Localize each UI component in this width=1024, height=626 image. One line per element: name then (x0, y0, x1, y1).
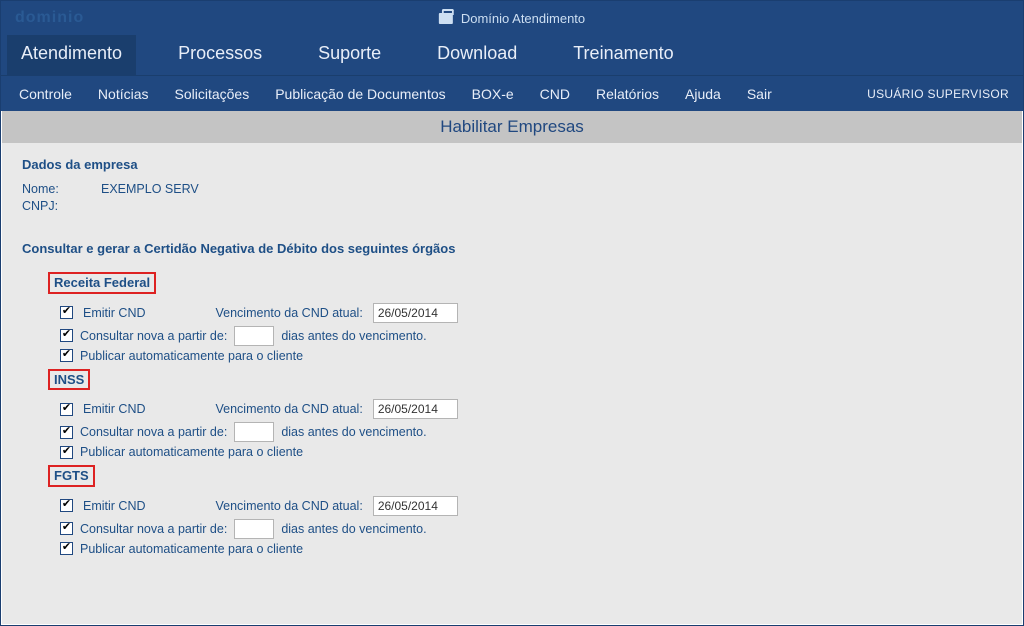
inss-consult-checkbox[interactable] (60, 426, 73, 439)
fgts-publish-row: Publicar automaticamente para o cliente (60, 542, 1002, 556)
fgts-emit-checkbox[interactable] (60, 499, 73, 512)
fgts-publish-checkbox[interactable] (60, 542, 73, 555)
receita-consult-prefix: Consultar nova a partir de: (80, 329, 227, 343)
receita-emit-label: Emitir CND (83, 306, 146, 320)
menu-sair[interactable]: Sair (747, 86, 772, 102)
menu-bar: Controle Notícias Solicitações Publicaçã… (1, 75, 1023, 111)
receita-publish-row: Publicar automaticamente para o cliente (60, 349, 1002, 363)
instruction-text: Consultar e gerar a Certidão Negativa de… (22, 241, 1002, 256)
org-title-inss: INSS (48, 369, 90, 391)
fgts-consult-suffix: dias antes do vencimento. (281, 522, 426, 536)
app-window: Domínio Atendimento dominio Atendimento … (0, 0, 1024, 626)
page-title: Habilitar Empresas (2, 111, 1022, 143)
menu-publicacao-documentos[interactable]: Publicação de Documentos (275, 86, 445, 102)
window-title: Domínio Atendimento (461, 11, 585, 26)
inss-publish-label: Publicar automaticamente para o cliente (80, 445, 303, 459)
company-cnpj-row: CNPJ: (22, 199, 1002, 213)
fgts-publish-label: Publicar automaticamente para o cliente (80, 542, 303, 556)
receita-venc-label: Vencimento da CND atual: (216, 306, 363, 320)
title-bar: Domínio Atendimento dominio (1, 1, 1023, 35)
menu-controle[interactable]: Controle (19, 86, 72, 102)
current-user-label: USUÁRIO SUPERVISOR (867, 87, 1009, 101)
company-name-value: EXEMPLO SERV (101, 182, 199, 196)
fgts-days-input[interactable] (234, 519, 274, 539)
inss-venc-label: Vencimento da CND atual: (216, 402, 363, 416)
tab-download[interactable]: Download (423, 35, 531, 75)
company-name-label: Nome: (22, 182, 77, 196)
menu-bar-left: Controle Notícias Solicitações Publicaçã… (19, 86, 772, 102)
receita-days-input[interactable] (234, 326, 274, 346)
content-scroll[interactable]: Habilitar Empresas Dados da empresa Nome… (2, 111, 1022, 624)
inss-consult-suffix: dias antes do vencimento. (281, 425, 426, 439)
receita-emit-row: Emitir CND Vencimento da CND atual: (60, 303, 1002, 323)
inss-emit-checkbox[interactable] (60, 403, 73, 416)
menu-noticias[interactable]: Notícias (98, 86, 149, 102)
tab-processos[interactable]: Processos (164, 35, 276, 75)
fgts-consult-row: Consultar nova a partir de: dias antes d… (60, 519, 1002, 539)
inss-days-input[interactable] (234, 422, 274, 442)
menu-relatorios[interactable]: Relatórios (596, 86, 659, 102)
org-block-fgts: FGTS Emitir CND Vencimento da CND atual:… (48, 465, 1002, 556)
receita-consult-checkbox[interactable] (60, 329, 73, 342)
briefcase-icon (439, 13, 453, 24)
org-block-inss: INSS Emitir CND Vencimento da CND atual:… (48, 369, 1002, 460)
brand-logo: dominio (15, 9, 84, 27)
receita-emit-checkbox[interactable] (60, 306, 73, 319)
receita-venc-input[interactable] (373, 303, 458, 323)
menu-cnd[interactable]: CND (540, 86, 570, 102)
fgts-emit-row: Emitir CND Vencimento da CND atual: (60, 496, 1002, 516)
org-title-fgts: FGTS (48, 465, 95, 487)
company-cnpj-label: CNPJ: (22, 199, 77, 213)
fgts-consult-checkbox[interactable] (60, 522, 73, 535)
inss-publish-row: Publicar automaticamente para o cliente (60, 445, 1002, 459)
org-title-receita: Receita Federal (48, 272, 156, 294)
inss-consult-prefix: Consultar nova a partir de: (80, 425, 227, 439)
content-area: Dados da empresa Nome: EXEMPLO SERV CNPJ… (2, 143, 1022, 624)
fgts-venc-input[interactable] (373, 496, 458, 516)
primary-tabs: Atendimento Processos Suporte Download T… (1, 35, 1023, 75)
inss-consult-row: Consultar nova a partir de: dias antes d… (60, 422, 1002, 442)
tab-atendimento[interactable]: Atendimento (7, 35, 136, 75)
tab-suporte[interactable]: Suporte (304, 35, 395, 75)
receita-consult-row: Consultar nova a partir de: dias antes d… (60, 326, 1002, 346)
receita-publish-label: Publicar automaticamente para o cliente (80, 349, 303, 363)
company-section-title: Dados da empresa (22, 157, 1002, 172)
org-block-receita: Receita Federal Emitir CND Vencimento da… (48, 272, 1002, 363)
inss-venc-input[interactable] (373, 399, 458, 419)
inss-emit-label: Emitir CND (83, 402, 146, 416)
menu-solicitacoes[interactable]: Solicitações (175, 86, 250, 102)
fgts-venc-label: Vencimento da CND atual: (216, 499, 363, 513)
menu-ajuda[interactable]: Ajuda (685, 86, 721, 102)
title-bar-center: Domínio Atendimento (439, 11, 585, 26)
receita-consult-suffix: dias antes do vencimento. (281, 329, 426, 343)
inss-emit-row: Emitir CND Vencimento da CND atual: (60, 399, 1002, 419)
fgts-consult-prefix: Consultar nova a partir de: (80, 522, 227, 536)
menu-boxe[interactable]: BOX-e (472, 86, 514, 102)
tab-treinamento[interactable]: Treinamento (559, 35, 687, 75)
receita-publish-checkbox[interactable] (60, 349, 73, 362)
inss-publish-checkbox[interactable] (60, 446, 73, 459)
company-name-row: Nome: EXEMPLO SERV (22, 182, 1002, 196)
fgts-emit-label: Emitir CND (83, 499, 146, 513)
